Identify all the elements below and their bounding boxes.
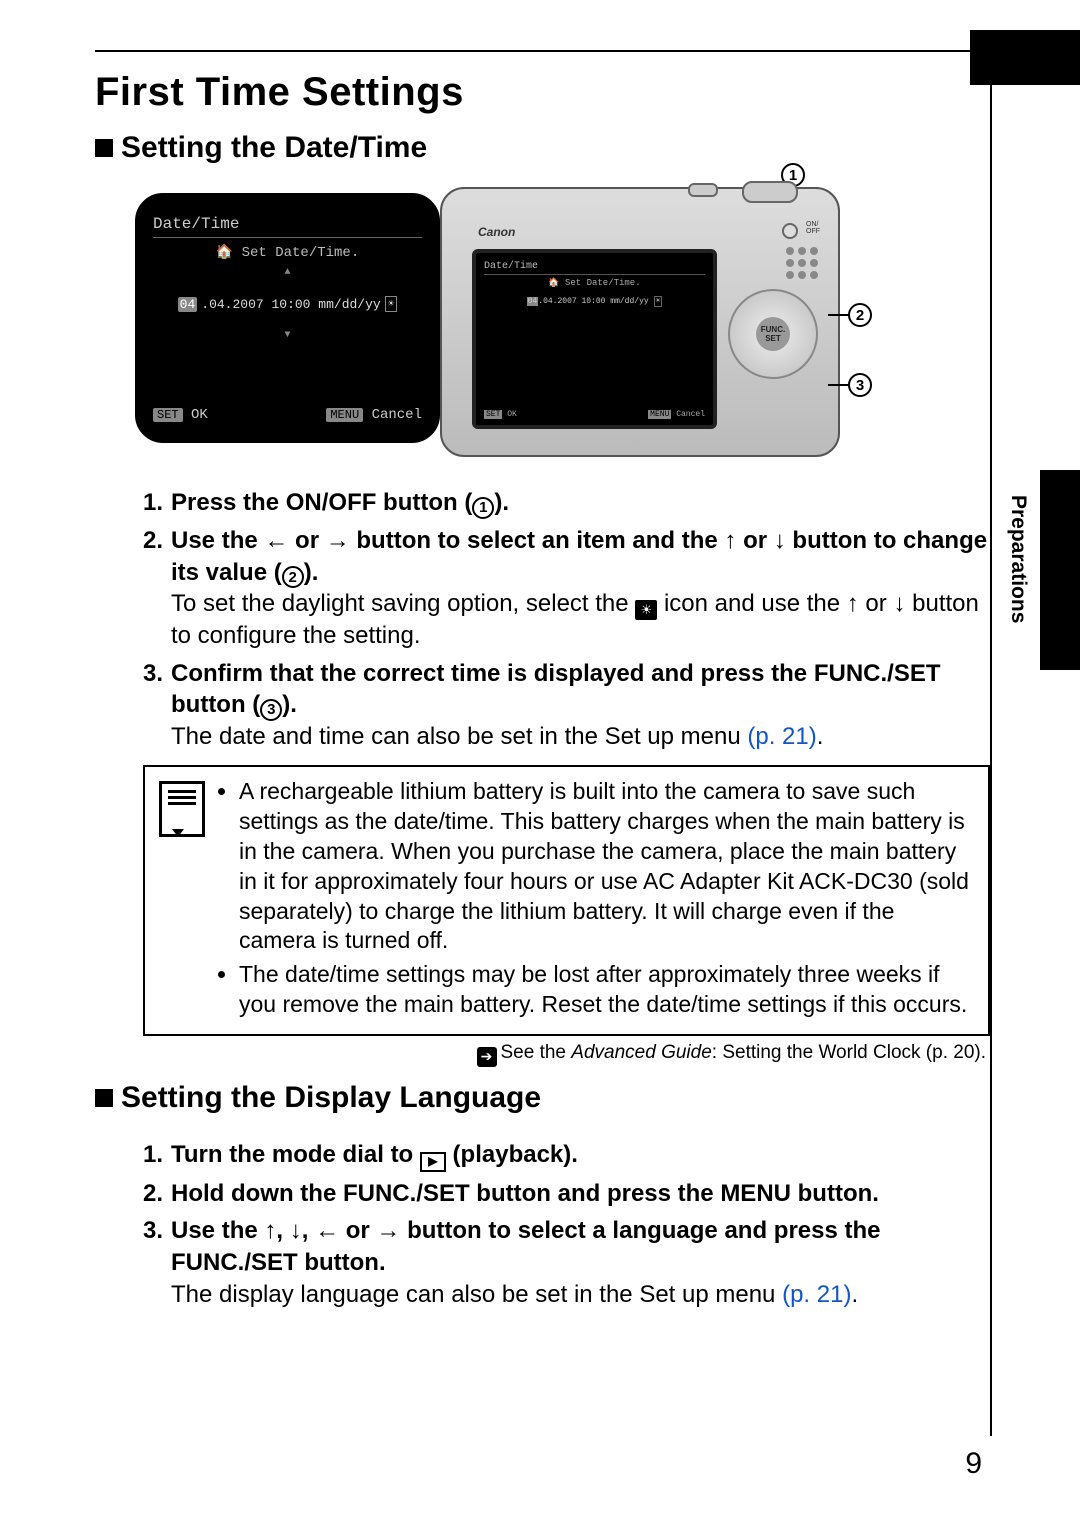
page-title: First Time Settings xyxy=(95,70,990,115)
button-grid xyxy=(786,247,818,279)
page-number: 9 xyxy=(965,1447,982,1481)
lcd-screen-enlarged: Date/Time 🏠 Set Date/Time. ▲ 04.04.2007 … xyxy=(135,193,440,443)
lcd-subtitle: 🏠 Set Date/Time. xyxy=(153,244,422,261)
lcd-date-row: 04.04.2007 10:00 mm/dd/yy ☀ xyxy=(153,296,422,312)
step-b1: Turn the mode dial to ▶ (playback). xyxy=(143,1139,990,1172)
page-ref-21b[interactable]: (p. 21) xyxy=(782,1281,851,1308)
power-label: ON/ OFF xyxy=(806,221,820,235)
lcd-bottom-bar: SET OK MENU Cancel xyxy=(153,407,422,423)
camera-lcd: Date/Time 🏠 Set Date/Time. 04.04.2007 10… xyxy=(472,249,717,429)
bullet-square-icon xyxy=(95,139,113,157)
step-a3: Confirm that the correct time is display… xyxy=(143,658,990,753)
camera-illustration: 1 Canon ON/ OFF Date/Time 🏠 Set Date/Tim… xyxy=(440,173,860,463)
steps-date-time: Press the ON/OFF button (1). Use the ← o… xyxy=(143,487,990,753)
bullet-square-icon xyxy=(95,1089,113,1107)
brand-logo: Canon xyxy=(478,225,515,239)
steps-language: Turn the mode dial to ▶ (playback). Hold… xyxy=(143,1139,990,1311)
callout-line-3 xyxy=(828,384,850,386)
callout-3: 3 xyxy=(848,373,872,397)
control-pad: FUNC. SET xyxy=(728,289,818,379)
note-box: A rechargeable lithium battery is built … xyxy=(143,765,990,1036)
mode-dial xyxy=(688,183,718,197)
shutter-button xyxy=(742,181,798,203)
step-b3: Use the ↑, ↓, ← or → button to select a … xyxy=(143,1215,990,1310)
up-arrow-icon: ↑ xyxy=(264,1217,276,1244)
func-set-button: FUNC. SET xyxy=(756,317,790,351)
left-arrow-icon: ← xyxy=(315,1217,339,1244)
section-date-time-label: Setting the Date/Time xyxy=(121,131,427,165)
left-arrow-icon: ← xyxy=(264,527,288,554)
see-also: ➔See the Advanced Guide: Setting the Wor… xyxy=(143,1042,990,1067)
power-button xyxy=(782,223,798,239)
section-language-label: Setting the Display Language xyxy=(121,1081,541,1115)
right-arrow-icon: → xyxy=(376,1217,400,1244)
inline-callout-3: 3 xyxy=(260,699,282,721)
callout-line-2 xyxy=(828,314,850,316)
step-b2: Hold down the FUNC./SET button and press… xyxy=(143,1178,990,1210)
section-date-time: Setting the Date/Time xyxy=(95,131,990,165)
up-arrow-icon: ↑ xyxy=(724,527,736,554)
camera-body: Canon ON/ OFF Date/Time 🏠 Set Date/Time.… xyxy=(440,187,840,457)
right-rule xyxy=(990,50,992,1436)
top-rule xyxy=(95,50,1080,52)
inline-callout-2: 2 xyxy=(282,566,304,588)
side-section-label: Preparations xyxy=(1006,495,1030,623)
down-arrow-icon: ↓ xyxy=(290,1217,302,1244)
lcd-title: Date/Time xyxy=(153,215,422,238)
page-ref-21[interactable]: (p. 21) xyxy=(747,723,816,750)
lcd-date-highlight: 04 xyxy=(178,297,198,312)
step-a1: Press the ON/OFF button (1). xyxy=(143,487,990,519)
side-black-tab xyxy=(1040,470,1080,670)
note-icon xyxy=(159,781,205,837)
down-arrow-icon: ↓ xyxy=(774,527,786,554)
playback-icon: ▶ xyxy=(420,1152,446,1172)
inline-callout-1: 1 xyxy=(472,497,494,519)
dst-icon: ☀ xyxy=(385,296,398,312)
right-arrow-icon: → xyxy=(326,527,350,554)
callout-2: 2 xyxy=(848,303,872,327)
dst-inline-icon: ☀ xyxy=(635,600,657,620)
note-item-1: A rechargeable lithium battery is built … xyxy=(239,777,974,956)
illustration-row: Date/Time 🏠 Set Date/Time. ▲ 04.04.2007 … xyxy=(135,173,990,463)
note-item-2: The date/time settings may be lost after… xyxy=(239,960,974,1020)
header-black-tab xyxy=(970,30,1080,85)
section-language: Setting the Display Language xyxy=(95,1081,990,1115)
see-also-arrow-icon: ➔ xyxy=(477,1047,497,1067)
step-a2: Use the ← or → button to select an item … xyxy=(143,525,990,652)
